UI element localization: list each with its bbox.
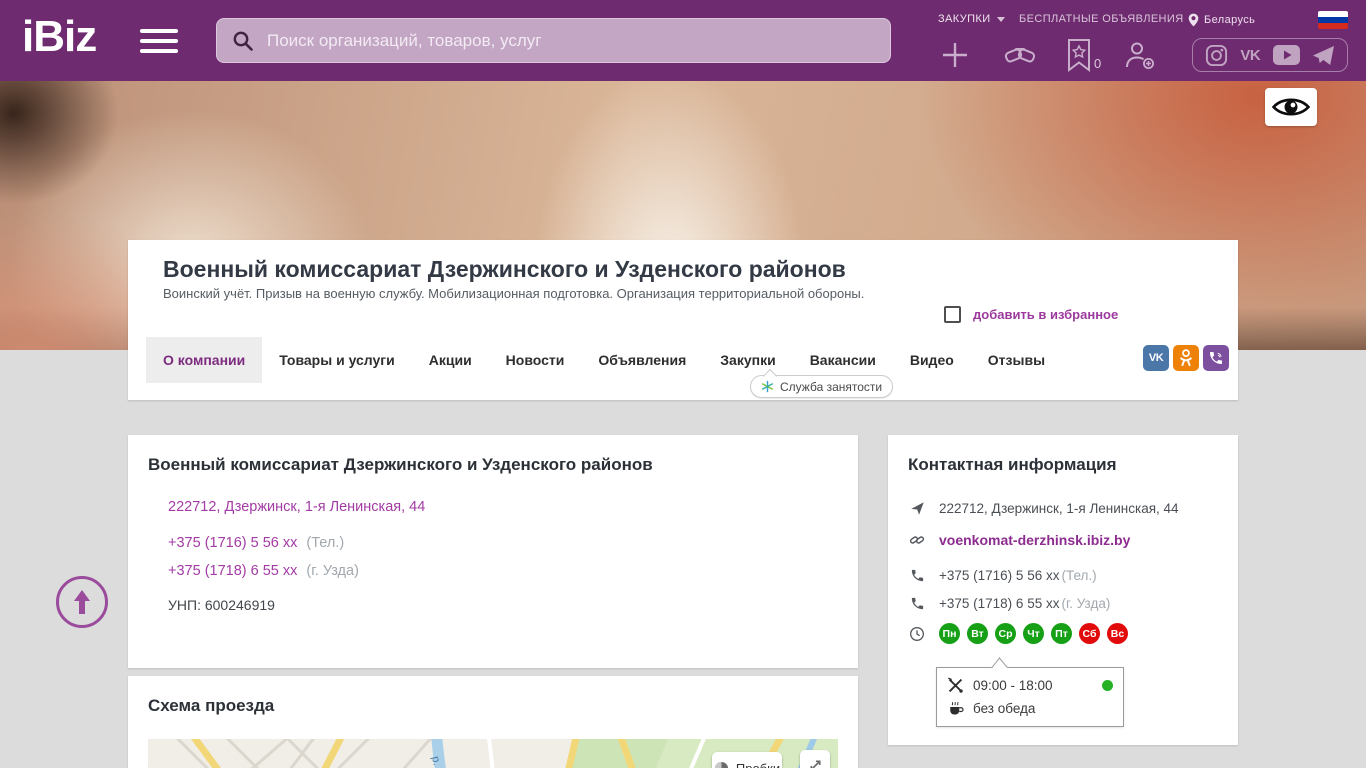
company-tabs: О компании Товары и услуги Акции Новости… bbox=[146, 337, 1062, 383]
ok-icon bbox=[1180, 349, 1192, 367]
snowflake-icon bbox=[761, 380, 774, 393]
company-header-card: Военный комиссариат Дзержинского и Узден… bbox=[128, 240, 1238, 400]
working-hours-tooltip: 09:00 - 18:00 без обеда bbox=[936, 667, 1124, 727]
map-card-title: Схема проезда bbox=[148, 696, 275, 715]
scroll-to-top-button[interactable] bbox=[56, 576, 108, 628]
favorites-bookmark-icon[interactable] bbox=[1066, 38, 1092, 72]
contact-address-row: 222712, Дзержинск, 1-я Ленинская, 44 bbox=[908, 501, 1179, 516]
vk-badge[interactable]: VK bbox=[1143, 345, 1169, 371]
contact-info-card: Контактная информация 222712, Дзержинск,… bbox=[888, 435, 1238, 745]
tab-promos[interactable]: Акции bbox=[412, 337, 489, 383]
day-badge-sun[interactable]: Вс bbox=[1107, 623, 1128, 644]
link-icon bbox=[908, 532, 926, 548]
add-to-favorites[interactable]: добавить в избранное bbox=[944, 306, 1118, 323]
vk-icon[interactable]: VK bbox=[1240, 47, 1260, 64]
ok-badge[interactable] bbox=[1173, 345, 1199, 371]
phone-note: (г. Узда) bbox=[306, 563, 359, 579]
service-tag-label: Служба занятости bbox=[780, 379, 883, 394]
viber-badge[interactable] bbox=[1203, 345, 1229, 371]
handshake-icon[interactable] bbox=[1002, 40, 1038, 70]
day-badge-sat[interactable]: Сб bbox=[1079, 623, 1100, 644]
tab-video[interactable]: Видео bbox=[893, 337, 971, 383]
traffic-label: Пробки bbox=[735, 760, 781, 768]
contact-address: 222712, Дзержинск, 1-я Ленинская, 44 bbox=[939, 501, 1179, 516]
phone-icon bbox=[908, 596, 926, 611]
contact-website-row: voenkomat-derzhinsk.ibiz.by bbox=[908, 532, 1130, 548]
header-icon-row: 0 VK bbox=[0, 36, 1366, 76]
nav-country[interactable]: Беларусь bbox=[1188, 13, 1255, 27]
contact-card-title: Контактная информация bbox=[908, 455, 1117, 474]
telegram-icon[interactable] bbox=[1312, 45, 1335, 66]
day-badge-fri[interactable]: Пт bbox=[1051, 623, 1072, 644]
user-add-icon[interactable] bbox=[1124, 40, 1156, 70]
company-subtitle: Воинский учёт. Призыв на военную службу.… bbox=[163, 286, 865, 301]
phone-icon bbox=[908, 568, 926, 583]
phone-note: (Тел.) bbox=[1061, 568, 1097, 583]
language-flag-ru[interactable] bbox=[1318, 11, 1348, 29]
contact-phone-row: +375 (1716) 5 56 xx (Тел.) bbox=[908, 568, 1097, 583]
chevron-down-icon bbox=[996, 16, 1005, 22]
map-expand-button[interactable] bbox=[800, 750, 830, 768]
open-now-indicator bbox=[1102, 680, 1113, 691]
add-company-icon[interactable] bbox=[940, 40, 970, 70]
service-tag-tooltip[interactable]: Служба занятости bbox=[750, 375, 894, 398]
accessibility-eye-button[interactable] bbox=[1265, 88, 1317, 126]
clock-icon bbox=[908, 626, 926, 642]
tab-news[interactable]: Новости bbox=[489, 337, 582, 383]
day-badges: Пн Вт Ср Чт Пт Сб Вс bbox=[939, 623, 1128, 644]
working-hours: 09:00 - 18:00 bbox=[973, 678, 1053, 693]
tab-reviews[interactable]: Отзывы bbox=[971, 337, 1062, 383]
favorites-count: 0 bbox=[1094, 56, 1102, 71]
phone-row: +375 (1716) 5 56 xx (Тел.) bbox=[168, 535, 344, 551]
contact-phone-row: +375 (1718) 6 55 xx (г. Узда) bbox=[908, 596, 1110, 611]
tab-products[interactable]: Товары и услуги bbox=[262, 337, 411, 383]
phone-number-link[interactable]: +375 (1718) 6 55 xx bbox=[168, 563, 297, 579]
phone-note: (Тел.) bbox=[306, 535, 345, 551]
coffee-icon bbox=[950, 701, 964, 715]
viber-icon bbox=[1210, 352, 1222, 364]
tools-icon bbox=[948, 677, 963, 693]
favorite-label: добавить в избранное bbox=[973, 307, 1119, 322]
lunch-info: без обеда bbox=[973, 701, 1036, 716]
day-badge-thu[interactable]: Чт bbox=[1023, 623, 1044, 644]
phone-number[interactable]: +375 (1716) 5 56 xx bbox=[939, 568, 1059, 583]
tab-about[interactable]: О компании bbox=[146, 337, 263, 383]
expand-icon bbox=[809, 759, 821, 768]
page-title: Военный комиссариат Дзержинского и Узден… bbox=[163, 256, 846, 282]
navigation-arrow-icon bbox=[908, 501, 926, 516]
company-website-link[interactable]: voenkomat-derzhinsk.ibiz.by bbox=[939, 532, 1130, 548]
tab-ads[interactable]: Объявления bbox=[581, 337, 703, 383]
info-card-title: Военный комиссариат Дзержинского и Узден… bbox=[148, 455, 653, 474]
day-badge-tue[interactable]: Вт bbox=[967, 623, 988, 644]
traffic-icon bbox=[714, 761, 728, 768]
phone-number[interactable]: +375 (1718) 6 55 xx bbox=[939, 596, 1059, 611]
phone-number-link[interactable]: +375 (1716) 5 56 xx bbox=[168, 535, 297, 551]
map-card: Схема проезда р. Не bbox=[128, 676, 858, 768]
traffic-button[interactable]: Пробки bbox=[712, 752, 782, 768]
instagram-icon[interactable] bbox=[1205, 44, 1228, 67]
working-days-row: Пн Вт Ср Чт Пт Сб Вс bbox=[908, 623, 1128, 644]
header-social-links: VK bbox=[1192, 38, 1348, 72]
favorite-checkbox[interactable] bbox=[944, 306, 961, 323]
nav-zakupki[interactable]: ЗАКУПКИ bbox=[938, 13, 1005, 25]
site-header: iBiz ЗАКУПКИ БЕСПЛАТНЫЕ ОБЪЯВЛЕНИЯ Белар… bbox=[0, 0, 1366, 81]
phone-note: (г. Узда) bbox=[1061, 596, 1111, 611]
youtube-icon[interactable] bbox=[1272, 45, 1300, 65]
arrow-up-icon bbox=[74, 590, 90, 614]
company-address-link[interactable]: 222712, Дзержинск, 1-я Ленинская, 44 bbox=[168, 499, 425, 515]
unp-number: УНП: 600246919 bbox=[168, 597, 275, 613]
nav-free-ads[interactable]: БЕСПЛАТНЫЕ ОБЪЯВЛЕНИЯ bbox=[1019, 13, 1184, 25]
company-social-links: VK bbox=[1143, 345, 1229, 371]
map[interactable]: р. Не Пробки bbox=[148, 739, 838, 768]
eye-icon bbox=[1272, 98, 1310, 116]
phone-row: +375 (1718) 6 55 xx (г. Узда) bbox=[168, 563, 359, 579]
company-info-card: Военный комиссариат Дзержинского и Узден… bbox=[128, 435, 858, 668]
location-pin-icon bbox=[1188, 13, 1199, 27]
day-badge-wed[interactable]: Ср bbox=[995, 623, 1016, 644]
day-badge-mon[interactable]: Пн bbox=[939, 623, 960, 644]
